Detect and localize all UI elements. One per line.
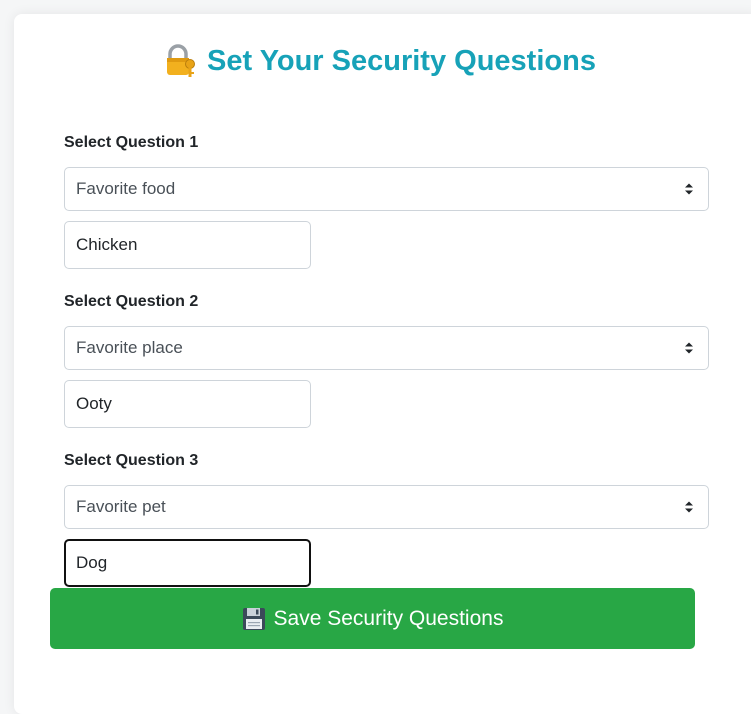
question-1-label: Select Question 1 [64,134,199,151]
question-group-2: Select Question 2 Favorite place Ooty [64,291,709,428]
question-1-selected: Favorite food [76,179,176,198]
select-caret-icon [685,342,693,354]
question-3-answer-input[interactable]: Dog [64,539,311,587]
page-title-text: Set Your Security Questions [207,44,596,77]
question-1-select[interactable]: Favorite food [64,167,709,211]
question-3-selected: Favorite pet [76,497,166,516]
security-form: Select Question 1 Favorite food Chicken … [64,132,709,587]
floppy-disk-icon [242,607,265,630]
save-security-questions-button[interactable]: Save Security Questions [50,588,695,649]
question-2-answer-input[interactable]: Ooty [64,380,311,428]
lock-with-key-icon [167,44,196,77]
question-2-selected: Favorite place [76,338,183,357]
question-group-1: Select Question 1 Favorite food Chicken [64,132,709,269]
save-button-label: Save Security Questions [273,606,504,630]
question-2-select[interactable]: Favorite place [64,326,709,370]
question-2-label: Select Question 2 [64,293,199,310]
question-3-label: Select Question 3 [64,452,199,469]
question-1-answer-input[interactable]: Chicken [64,221,311,269]
select-caret-icon [685,183,693,195]
select-caret-icon [685,501,693,513]
question-group-3: Select Question 3 Favorite pet Dog [64,450,709,587]
page-title: Set Your Security Questions [14,44,745,78]
question-3-select[interactable]: Favorite pet [64,485,709,529]
